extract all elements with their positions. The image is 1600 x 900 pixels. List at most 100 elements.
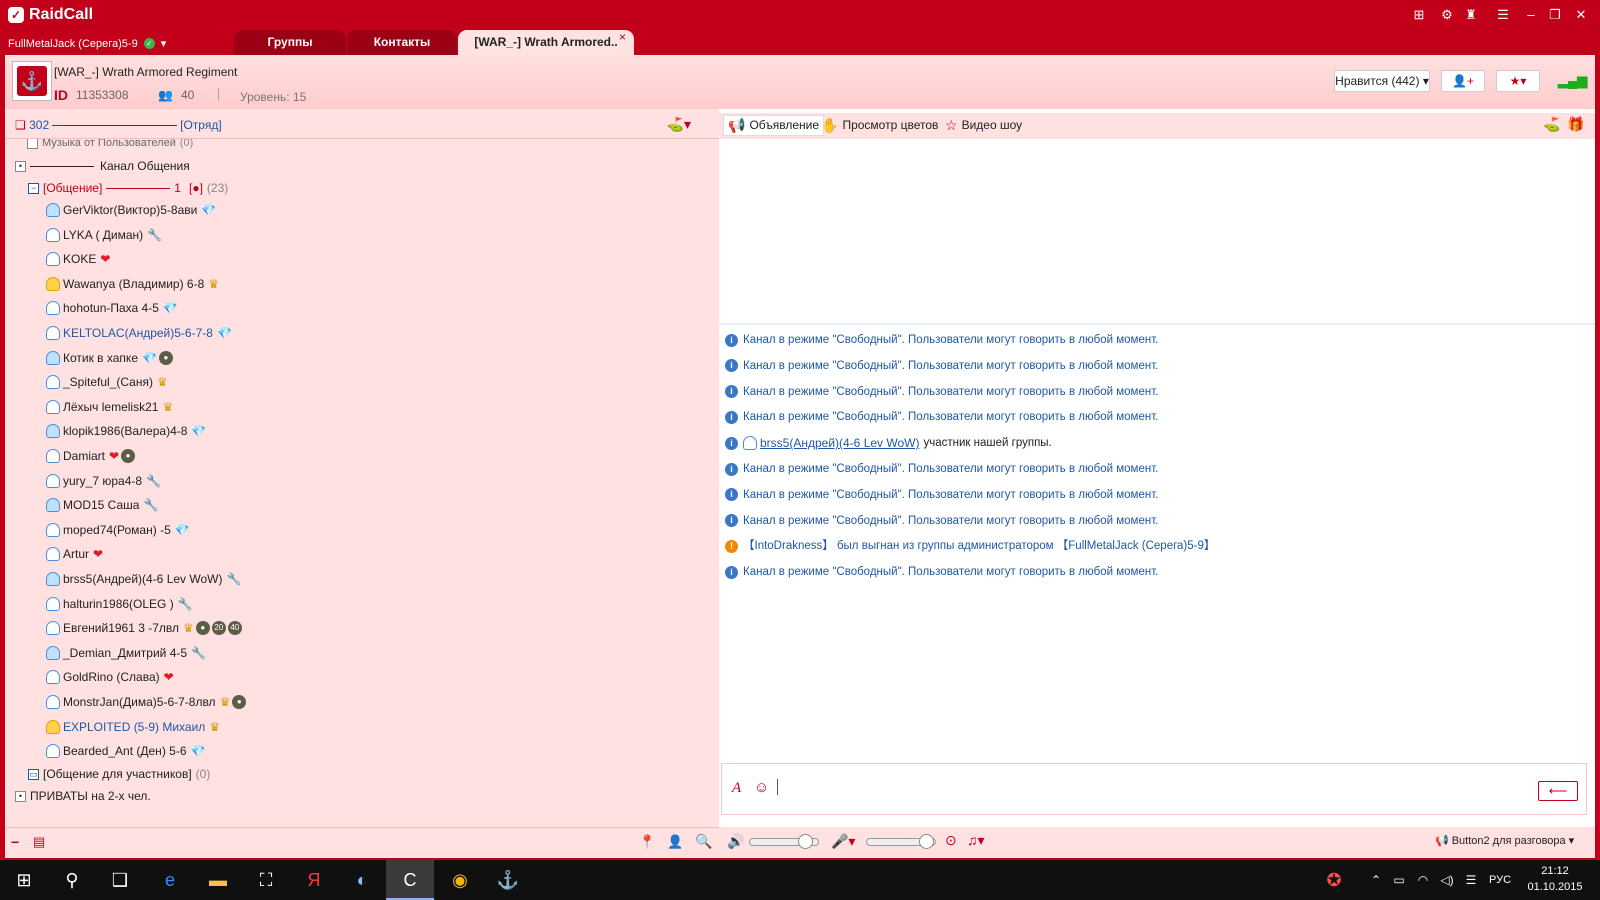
- favorite-button[interactable]: ★▾: [1496, 70, 1540, 92]
- message-input-area[interactable]: A ☺: [721, 763, 1587, 815]
- tab-contacts[interactable]: Контакты: [347, 30, 457, 55]
- tab-group-war[interactable]: [WAR_-] Wrath Armored.. ×: [458, 30, 634, 55]
- tab-close-icon[interactable]: ×: [619, 25, 626, 50]
- wifi-icon[interactable]: ◠: [1412, 860, 1434, 900]
- video-show-button[interactable]: ☆ Видео шоу: [941, 115, 1026, 136]
- user-row[interactable]: EXPLOITED (5-9) Михаил ♛: [46, 717, 220, 737]
- user-row[interactable]: KOKE ❤: [46, 249, 110, 269]
- view-colors-button[interactable]: ✋ Просмотр цветов: [817, 115, 942, 136]
- user-avatar-icon: [46, 301, 60, 316]
- chat-settings-icon[interactable]: ⛳: [1543, 116, 1560, 133]
- battery-icon[interactable]: ▭: [1388, 860, 1410, 900]
- user-row[interactable]: klopik1986(Валера)4-8 💎: [46, 421, 206, 441]
- mic-volume-slider[interactable]: [866, 834, 936, 849]
- user-name: GerViktor(Виктор)5-8ави: [63, 203, 198, 217]
- search-icon[interactable]: ⚲: [48, 860, 96, 900]
- expand-icon[interactable]: •: [15, 160, 26, 172]
- user-row[interactable]: LYKA ( Диман) 🔧: [46, 225, 162, 245]
- user-avatar-icon: [46, 424, 60, 439]
- user-row[interactable]: Котик в хапке 💎 ●: [46, 348, 173, 368]
- shirt-icon[interactable]: ♜: [1462, 6, 1480, 24]
- user-status[interactable]: FullMetalJack (Серега)5-9 ✓ ▾: [8, 37, 167, 51]
- push-to-talk-button[interactable]: 📢 Button2 для разговора ▾: [1435, 834, 1574, 848]
- user-row[interactable]: Artur ❤: [46, 544, 103, 564]
- user-row[interactable]: halturin1986(OLEG ) 🔧: [46, 594, 193, 614]
- tree-channel-general[interactable]: • Канал Общения: [15, 156, 190, 176]
- gift-icon[interactable]: 🎁: [1567, 116, 1584, 133]
- chevron-down-icon[interactable]: ▾: [161, 37, 167, 50]
- message-user-link[interactable]: brss5(Андрей)(4-6 Lev WoW): [760, 433, 919, 453]
- notifications-icon[interactable]: ☰: [1460, 860, 1482, 900]
- smiley-icon[interactable]: ☺: [754, 779, 769, 796]
- font-icon[interactable]: A: [732, 780, 741, 797]
- user-row[interactable]: yury_7 юра4-8 🔧: [46, 471, 161, 491]
- search-icon[interactable]: 🔍: [695, 833, 712, 850]
- send-button[interactable]: ⟵: [1538, 781, 1578, 801]
- user-row[interactable]: _Demian_Дмитрий 4-5 🔧: [46, 643, 206, 663]
- minimize-icon[interactable]: –: [1522, 6, 1540, 24]
- medal-badge-icon: ●: [121, 449, 136, 463]
- minus-icon[interactable]: −: [11, 834, 19, 850]
- user-row[interactable]: moped74(Роман) -5 💎: [46, 520, 190, 540]
- announcement-button[interactable]: 📢 Объявление: [723, 115, 825, 136]
- user-avatar-icon: [46, 449, 60, 463]
- user-row[interactable]: GerViktor(Виктор)5-8ави 💎: [46, 200, 216, 220]
- close-icon[interactable]: ✕: [1572, 6, 1590, 24]
- record-icon[interactable]: ⊙: [945, 832, 957, 849]
- user-row[interactable]: brss5(Андрей)(4-6 Lev WoW) 🔧: [46, 569, 241, 589]
- user-row[interactable]: hohotun-Паха 4-5 💎: [46, 298, 178, 318]
- group-avatar[interactable]: ⚓: [12, 61, 52, 101]
- id-card-icon[interactable]: ▤: [33, 834, 45, 850]
- user-row[interactable]: Bearded_Ant (Ден) 5-6 💎: [46, 741, 205, 761]
- settings-icon[interactable]: ⚙: [1438, 6, 1456, 24]
- maximize-icon[interactable]: ❐: [1546, 6, 1564, 24]
- user-row[interactable]: Лёхыч lemelisk21 ♛: [46, 397, 173, 417]
- tray-app-icon[interactable]: ✪: [1304, 860, 1364, 900]
- add-member-button[interactable]: 👤+: [1441, 70, 1485, 92]
- windows-start-icon[interactable]: ⊞: [0, 860, 48, 900]
- location-icon[interactable]: 📍: [639, 834, 655, 850]
- expand-icon[interactable]: •: [15, 790, 26, 802]
- world-of-warships-icon[interactable]: ⚓: [484, 860, 532, 900]
- user-row[interactable]: _Spiteful_(Саня) ♛: [46, 372, 168, 392]
- volume-icon[interactable]: ◁): [1436, 860, 1458, 900]
- user-row[interactable]: Евгений1961 3 -7лвл ♛ ● 20 40: [46, 618, 242, 638]
- tree-channel-music[interactable]: Музыка от Пользователей (0): [27, 139, 193, 153]
- clock-date: 01.10.2015: [1527, 881, 1583, 893]
- microphone-icon[interactable]: 🎤▾: [831, 833, 855, 850]
- clock[interactable]: 21:12 01.10.2015: [1520, 863, 1590, 895]
- gamepad-icon[interactable]: ⊞: [1410, 6, 1428, 24]
- music-icon[interactable]: ♫▾: [967, 832, 985, 849]
- tree-channel-privates[interactable]: • ПРИВАТЫ на 2-х чел.: [15, 786, 151, 806]
- announcement-area: [719, 139, 1595, 325]
- store-icon[interactable]: ⛶: [242, 860, 290, 900]
- tab-groups[interactable]: Группы: [234, 30, 346, 55]
- online-count[interactable]: ❏ 302 [Отряд]: [15, 118, 222, 132]
- channel-options-icon[interactable]: ⛳▾: [667, 116, 691, 133]
- chrome-icon[interactable]: ◉: [436, 860, 484, 900]
- language-indicator[interactable]: РУС: [1482, 860, 1518, 900]
- speaker-volume-slider[interactable]: [749, 834, 819, 849]
- edge-icon[interactable]: e: [146, 860, 194, 900]
- group-name: [WAR_-] Wrath Armored Regiment: [54, 65, 238, 79]
- user-row[interactable]: KELTOLAC(Андрей)5-6-7-8 💎: [46, 323, 232, 343]
- likes-button[interactable]: Нравится (442) ▾: [1334, 70, 1430, 92]
- teamspeak-icon[interactable]: ◐: [338, 860, 386, 900]
- tree-subchannel-chat[interactable]: − [Общение] 1 [●] (23): [28, 178, 228, 198]
- raidcall-taskbar-icon[interactable]: C: [386, 860, 434, 900]
- file-explorer-icon[interactable]: ▬: [194, 860, 242, 900]
- user-avatar-icon: [46, 572, 60, 586]
- user-icon[interactable]: 👤: [667, 834, 683, 850]
- collapse-icon[interactable]: −: [28, 182, 39, 194]
- user-row[interactable]: Wawanya (Владимир) 6-8 ♛: [46, 274, 219, 294]
- menu-icon[interactable]: ☰: [1494, 6, 1512, 24]
- task-view-icon[interactable]: ❑: [96, 860, 144, 900]
- yandex-icon[interactable]: Я: [290, 860, 338, 900]
- tray-expand-icon[interactable]: ⌃: [1366, 860, 1386, 900]
- tree-channel-members[interactable]: ▭ [Общение для участников] (0): [28, 764, 210, 784]
- user-row[interactable]: MOD15 Саша 🔧: [46, 495, 158, 515]
- speaker-icon[interactable]: 🔊: [727, 833, 744, 850]
- user-row[interactable]: Damiart ❤ ●: [46, 446, 136, 466]
- user-row[interactable]: MonstrJan(Дима)5-6-7-8лвл ♛ ●: [46, 692, 247, 712]
- user-row[interactable]: GoldRino (Слава) ❤: [46, 667, 174, 687]
